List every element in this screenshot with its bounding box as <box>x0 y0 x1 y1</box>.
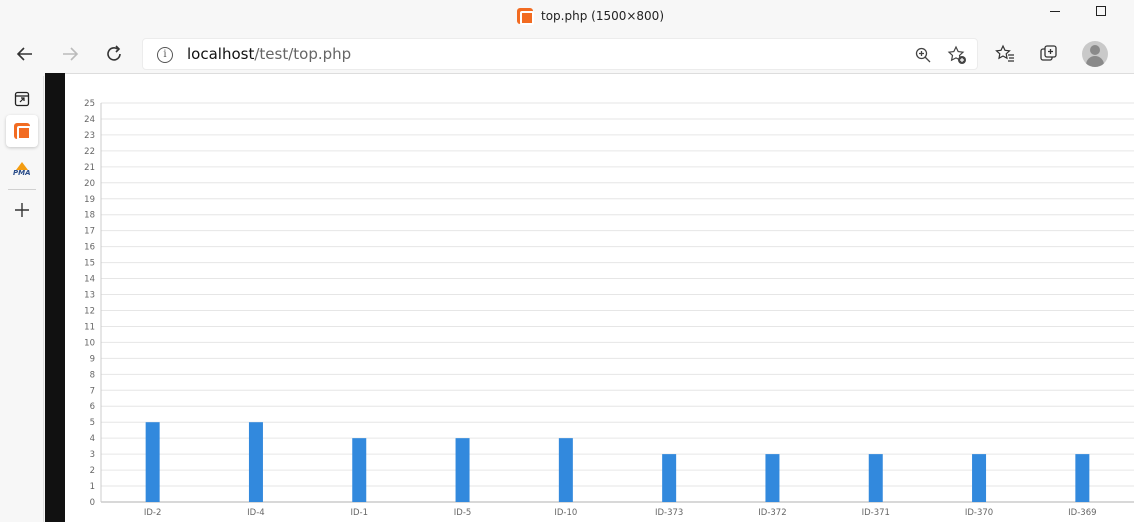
maximize-button[interactable] <box>1078 0 1124 32</box>
zoom-button[interactable] <box>913 45 933 65</box>
bar <box>145 422 160 502</box>
x-tick-label: ID-371 <box>862 508 890 518</box>
y-tick-label: 25 <box>84 99 95 109</box>
sidebar-divider <box>8 189 36 190</box>
y-tick-label: 22 <box>84 147 95 157</box>
x-tick-label: ID-5 <box>454 508 472 518</box>
bar <box>765 454 780 502</box>
minimize-icon <box>1050 10 1060 12</box>
y-tick-label: 6 <box>90 402 95 412</box>
x-tick-label: ID-370 <box>965 508 993 518</box>
bar <box>662 454 677 502</box>
url-path: /test/top.php <box>254 45 352 63</box>
forward-icon <box>63 47 79 61</box>
sidebar-item-phpmyadmin[interactable]: PMA <box>6 154 38 186</box>
back-button[interactable] <box>8 37 42 71</box>
maximize-icon <box>1096 6 1106 16</box>
y-tick-label: 21 <box>84 163 95 173</box>
bar <box>455 438 470 502</box>
tab-actions-button[interactable] <box>6 83 38 115</box>
tab-actions-icon <box>14 91 30 107</box>
back-icon <box>16 47 32 61</box>
y-tick-label: 15 <box>84 259 95 269</box>
collections-button[interactable] <box>1037 42 1061 66</box>
x-tick-label: ID-4 <box>247 508 265 518</box>
sidebar: PMA <box>0 76 44 522</box>
x-tick-label: ID-2 <box>144 508 162 518</box>
y-tick-label: 4 <box>90 434 95 444</box>
refresh-button[interactable] <box>97 37 131 71</box>
y-tick-label: 9 <box>90 354 95 364</box>
bar <box>558 438 573 502</box>
phpmyadmin-icon: PMA <box>12 162 32 178</box>
add-favorite-button[interactable] <box>947 45 967 65</box>
add-favorite-icon <box>947 45 966 64</box>
sidebar-item-xampp[interactable] <box>6 115 38 147</box>
x-tick-label: ID-373 <box>655 508 683 518</box>
xampp-icon <box>517 8 534 25</box>
y-tick-label: 20 <box>84 179 95 189</box>
favorites-button[interactable] <box>993 42 1017 66</box>
info-icon[interactable]: i <box>157 47 173 63</box>
browser-window: top.php (1500×800) i localhost/test/top.… <box>0 0 1134 522</box>
bar <box>868 454 883 502</box>
y-tick-label: 8 <box>90 370 95 380</box>
minimize-button[interactable] <box>1032 0 1078 32</box>
y-tick-label: 1 <box>90 482 95 492</box>
address-bar[interactable]: i localhost/test/top.php <box>142 38 978 70</box>
title-bar: top.php (1500×800) <box>0 0 1134 32</box>
y-tick-label: 16 <box>84 243 95 253</box>
y-tick-label: 24 <box>84 115 95 125</box>
y-tick-label: 7 <box>90 386 95 396</box>
y-tick-label: 2 <box>90 466 95 476</box>
zoom-icon <box>915 47 931 63</box>
bar <box>248 422 263 502</box>
collections-icon <box>1040 45 1057 61</box>
y-tick-label: 12 <box>84 306 95 316</box>
add-icon <box>15 203 29 217</box>
x-tick-label: ID-1 <box>350 508 368 518</box>
browser-toolbar: i localhost/test/top.php <box>0 32 1134 76</box>
y-tick-label: 19 <box>84 195 95 205</box>
y-tick-label: 10 <box>84 338 95 348</box>
refresh-icon <box>107 45 121 61</box>
bar <box>1075 454 1090 502</box>
x-tick-label: ID-369 <box>1068 508 1096 518</box>
y-tick-label: 5 <box>90 418 95 428</box>
y-tick-label: 11 <box>84 322 95 332</box>
bar-chart: 0123456789101112131415161718192021222324… <box>84 99 1134 518</box>
y-tick-label: 23 <box>84 131 95 141</box>
y-tick-label: 14 <box>84 275 95 285</box>
xampp-icon <box>14 123 31 140</box>
url-text[interactable]: localhost/test/top.php <box>187 45 351 63</box>
x-tick-label: ID-372 <box>758 508 786 518</box>
forward-button[interactable] <box>53 37 87 71</box>
y-tick-label: 0 <box>90 498 95 508</box>
url-host: localhost <box>187 45 255 63</box>
bar <box>352 438 367 502</box>
window-title: top.php (1500×800) <box>517 7 664 25</box>
y-tick-label: 18 <box>84 211 95 221</box>
y-tick-label: 17 <box>84 227 95 237</box>
window-title-text: top.php (1500×800) <box>541 9 664 23</box>
profile-icon[interactable] <box>1082 41 1108 67</box>
y-tick-label: 3 <box>90 450 95 460</box>
sidebar-add-button[interactable] <box>6 194 38 226</box>
x-tick-label: ID-10 <box>554 508 577 518</box>
favorites-icon <box>995 44 1014 62</box>
y-tick-label: 13 <box>84 291 95 301</box>
bar <box>972 454 987 502</box>
page-content: 0 1 2 3 4 5 6 7 8 9 10 11 12 13 14 15 16 17 18 19 20 21 22 23 24… <box>65 73 1134 522</box>
